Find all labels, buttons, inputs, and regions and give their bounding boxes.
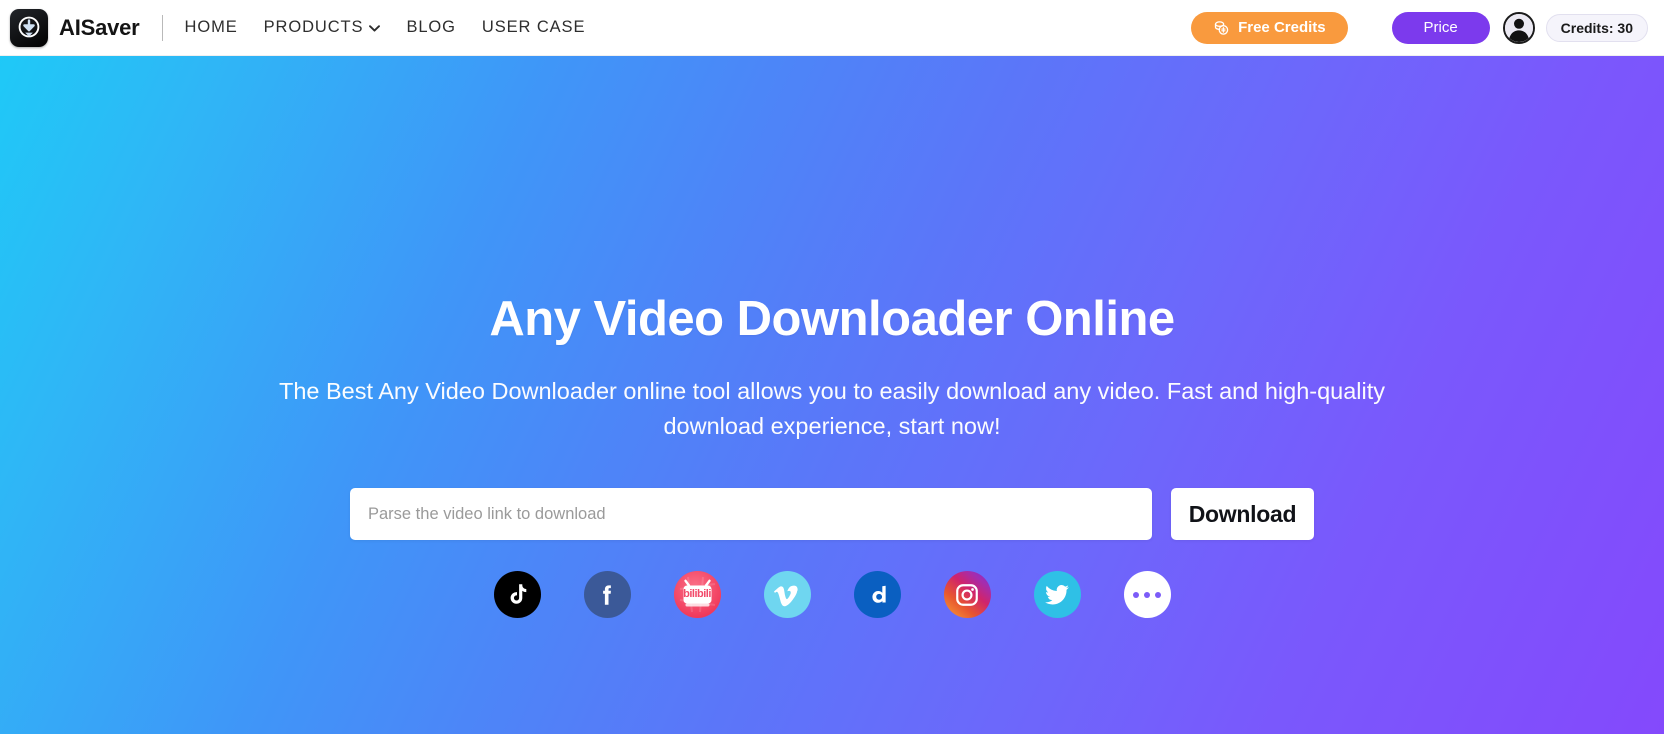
- free-credits-label: Free Credits: [1238, 19, 1326, 36]
- platform-tiktok[interactable]: [493, 571, 541, 619]
- nav-item-label: HOME: [184, 18, 238, 37]
- download-arrow-logo-icon: [10, 8, 48, 47]
- coins-icon: [1213, 19, 1230, 36]
- user-avatar-icon: [1504, 13, 1533, 42]
- download-form: Download: [350, 488, 1314, 541]
- credits-label: Credits: 30: [1560, 19, 1633, 36]
- platform-dailymotion[interactable]: [853, 571, 901, 619]
- page-title: Any Video Downloader Online: [489, 292, 1175, 346]
- hero-subtitle: The Best Any Video Downloader online too…: [278, 377, 1386, 439]
- nav-item-products[interactable]: PRODUCTS: [264, 19, 381, 36]
- platform-twitter[interactable]: [1033, 571, 1081, 619]
- nav-item-user-case[interactable]: USER CASE: [482, 19, 585, 36]
- video-link-input[interactable]: [350, 488, 1152, 541]
- supported-platforms: bilibili: [493, 571, 1171, 619]
- platform-instagram[interactable]: [943, 571, 991, 619]
- nav-item-home[interactable]: HOME: [185, 19, 238, 36]
- nav-item-blog[interactable]: BLOG: [406, 19, 455, 36]
- brand-name: AISaver: [59, 14, 140, 40]
- vimeo-icon: [774, 585, 798, 607]
- header-actions: Free Credits Price Credits: 30: [1191, 11, 1656, 44]
- site-header: AISaver HOME PRODUCTS BLOG USER CASE Fre…: [0, 0, 1664, 56]
- brand-logo[interactable]: AISaver: [10, 8, 140, 47]
- primary-nav: HOME PRODUCTS BLOG USER CASE: [185, 19, 586, 36]
- facebook-icon: [603, 585, 611, 605]
- avatar[interactable]: [1502, 11, 1535, 44]
- hero-section: Any Video Downloader Online The Best Any…: [0, 56, 1664, 734]
- tiktok-icon: [510, 584, 526, 605]
- credits-badge[interactable]: Credits: 30: [1545, 13, 1648, 42]
- dailymotion-icon: [872, 585, 886, 603]
- price-label: Price: [1423, 19, 1458, 36]
- platform-facebook[interactable]: [583, 571, 631, 619]
- chevron-down-icon: [369, 25, 381, 32]
- twitter-icon: [1045, 584, 1069, 605]
- platform-bilibili[interactable]: bilibili: [673, 571, 721, 619]
- nav-item-label: BLOG: [406, 18, 456, 37]
- header-divider: [161, 14, 163, 41]
- price-button[interactable]: Price: [1391, 11, 1490, 44]
- download-button[interactable]: Download: [1171, 488, 1314, 541]
- free-credits-button[interactable]: Free Credits: [1191, 11, 1348, 44]
- nav-item-label: USER CASE: [481, 18, 586, 37]
- instagram-icon: [956, 584, 978, 606]
- platform-more[interactable]: [1123, 571, 1171, 619]
- more-dots-icon: [1133, 591, 1161, 598]
- nav-item-label: PRODUCTS: [263, 18, 364, 37]
- platform-vimeo[interactable]: [763, 571, 811, 619]
